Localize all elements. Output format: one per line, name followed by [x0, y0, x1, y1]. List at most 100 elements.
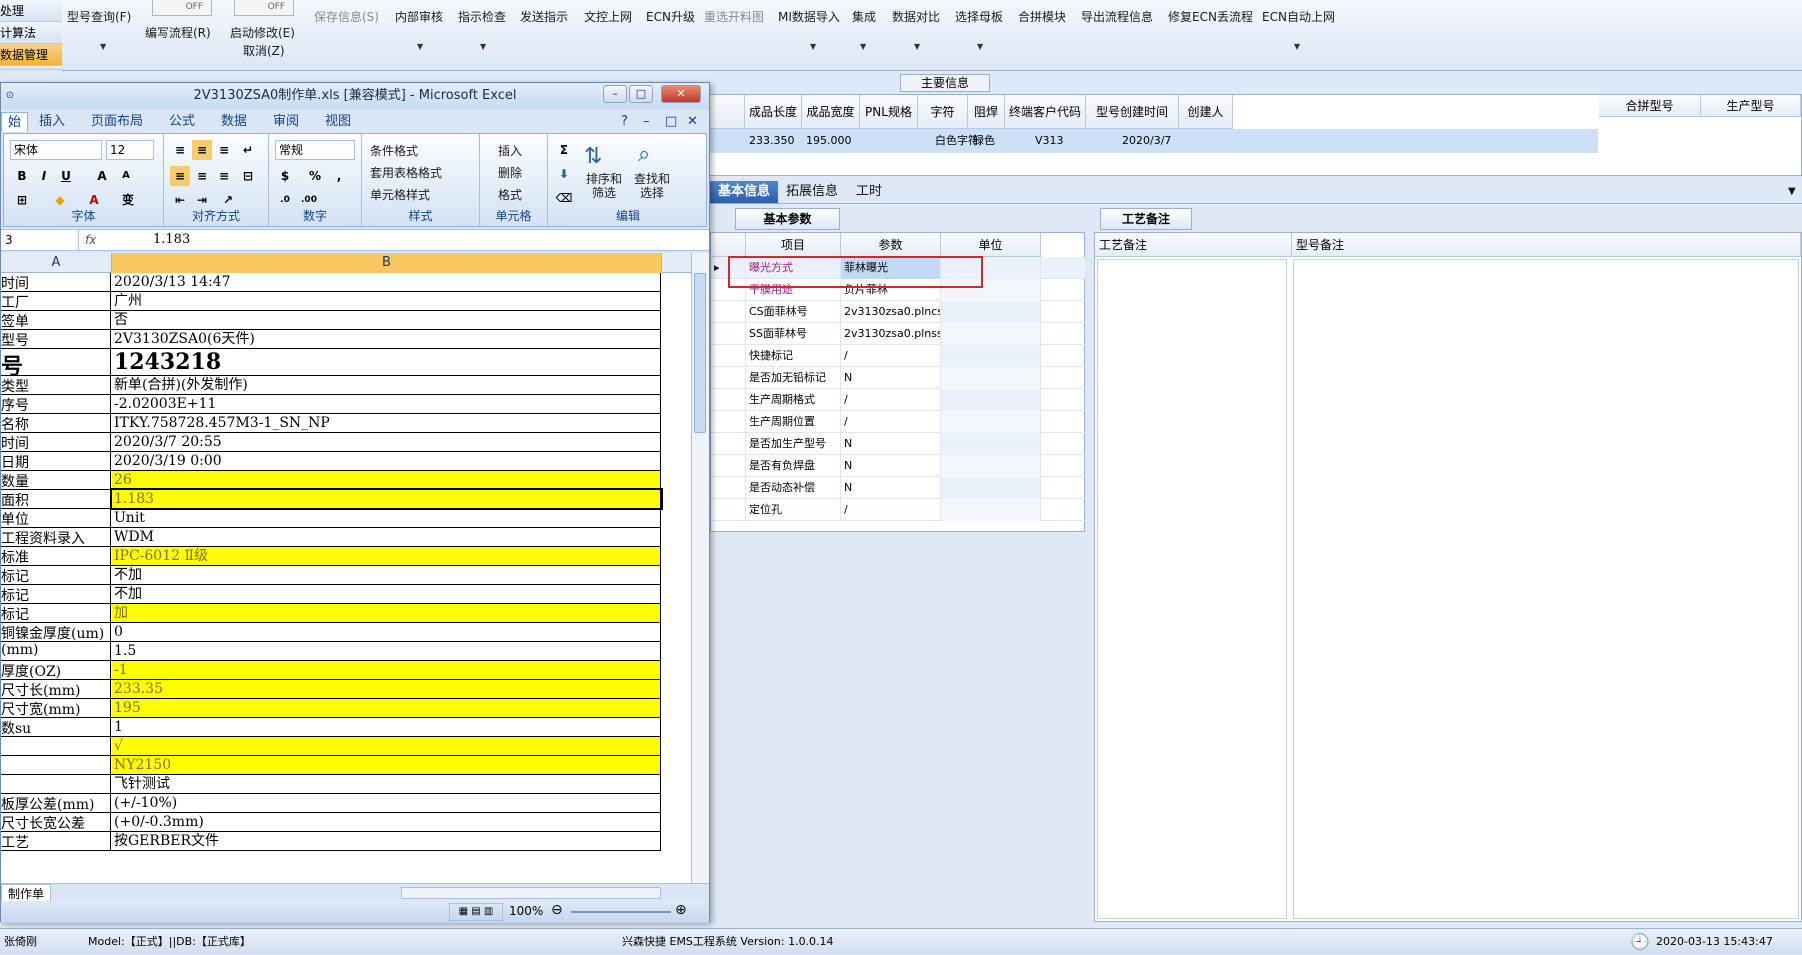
- cell-a[interactable]: 工程资料录入: [1, 528, 111, 546]
- tab-page-layout[interactable]: 页面布局: [85, 112, 149, 132]
- table-row[interactable]: 类型 新单(合拼)(外发制作): [1, 376, 661, 395]
- internal-review-button[interactable]: 内部审核: [395, 8, 443, 25]
- header-mask[interactable]: 阻焊: [968, 95, 1005, 129]
- cell-value[interactable]: /: [841, 499, 941, 521]
- column-header-b[interactable]: B: [112, 253, 662, 273]
- number-format-select[interactable]: 常规: [275, 140, 355, 160]
- percent-icon[interactable]: %: [305, 166, 325, 186]
- cell-a[interactable]: 尺寸宽(mm): [1, 699, 111, 717]
- shrink-font-icon[interactable]: A: [116, 166, 136, 186]
- table-row[interactable]: 名称 ITKY.758728.457M3-1_SN_NP: [1, 414, 661, 433]
- cell-value[interactable]: 2v3130zsa0.plnss: [841, 323, 941, 345]
- header-item[interactable]: 项目: [746, 233, 841, 257]
- tab-basic-info[interactable]: 基本信息: [710, 181, 779, 203]
- ecn-auto-online-button[interactable]: ECN自动上网: [1262, 8, 1335, 25]
- cell-a[interactable]: [1, 756, 111, 774]
- cell-item[interactable]: 曝光方式: [746, 257, 841, 279]
- cell-b[interactable]: 26: [112, 471, 661, 489]
- cell-a[interactable]: 签单: [1, 311, 111, 329]
- table-format-button[interactable]: 套用表格格式: [370, 164, 442, 181]
- table-row[interactable]: 尺寸长(mm) 233.35: [1, 680, 661, 699]
- excel-sheet[interactable]: 时间 2020/3/13 14:47 工厂 广州 签单 否型号 2V3130ZSA0(6天件…: [1, 273, 691, 883]
- table-row[interactable]: 是否有负焊盘 N: [711, 455, 1086, 477]
- cell-a[interactable]: 类型: [1, 376, 111, 394]
- cell-unit[interactable]: [941, 389, 1041, 411]
- sort-filter-button[interactable]: 排序和筛选: [584, 172, 624, 200]
- conditional-format-button[interactable]: 条件格式: [370, 142, 418, 159]
- table-row[interactable]: CS面菲林号 2v3130zsa0.plncs: [711, 301, 1086, 323]
- cell-b[interactable]: 2V3130ZSA0(6天件): [112, 330, 661, 348]
- table-row[interactable]: 序号 -2.02003E+11: [1, 395, 661, 414]
- ecn-upgrade-button[interactable]: ECN升级: [646, 8, 695, 25]
- tab-home[interactable]: 始: [1, 112, 29, 132]
- table-row[interactable]: 铜镍金厚度(um) 0: [1, 623, 661, 642]
- header-creator[interactable]: 创建人: [1179, 95, 1233, 129]
- table-row[interactable]: (mm) 1.5: [1, 642, 661, 661]
- cell-unit[interactable]: [941, 367, 1041, 389]
- cell-value[interactable]: /: [841, 389, 941, 411]
- cell-unit[interactable]: [941, 411, 1041, 433]
- cell-item[interactable]: 是否动态补偿: [746, 477, 841, 499]
- zoom-slider[interactable]: [571, 911, 671, 913]
- font-name-select[interactable]: 宋体: [10, 140, 102, 160]
- nav-item-process[interactable]: 处理: [0, 0, 62, 22]
- insert-function-icon[interactable]: fx: [85, 230, 125, 250]
- currency-icon[interactable]: $: [275, 166, 295, 186]
- header-merge-model[interactable]: 合拼型号: [1599, 95, 1701, 117]
- table-row[interactable]: 是否加生产型号 N: [711, 433, 1086, 455]
- cell-a[interactable]: 尺寸长(mm): [1, 680, 111, 698]
- fill-icon[interactable]: ⬇: [554, 164, 574, 184]
- doc-online-button[interactable]: 文控上网: [584, 8, 632, 25]
- tab-formulas[interactable]: 公式: [163, 112, 201, 132]
- find-select-button[interactable]: 查找和选择: [632, 172, 672, 200]
- cell-a[interactable]: 工厂: [1, 292, 111, 310]
- data-compare-button[interactable]: 数据对比: [892, 8, 940, 25]
- cell-unit[interactable]: [941, 455, 1041, 477]
- cell-styles-button[interactable]: 单元格样式: [370, 186, 430, 203]
- cell-a[interactable]: 时间: [1, 433, 111, 451]
- cell-unit[interactable]: [941, 323, 1041, 345]
- table-row[interactable]: 厚度(OZ) -1: [1, 661, 661, 680]
- cell-a[interactable]: 面积: [1, 490, 111, 508]
- cell-a[interactable]: 铜镍金厚度(um): [1, 623, 111, 641]
- table-row[interactable]: 板厚公差(mm) (+/-10%): [1, 794, 661, 813]
- cell-a[interactable]: 厚度(OZ): [1, 661, 111, 679]
- header-value[interactable]: 参数: [841, 233, 941, 257]
- table-row[interactable]: 型号 2V3130ZSA0(6天件): [1, 330, 661, 349]
- send-instruction-button[interactable]: 发送指示: [520, 8, 568, 25]
- cell-a[interactable]: 时间: [1, 273, 111, 291]
- table-row[interactable]: √: [1, 737, 661, 756]
- cell-b[interactable]: 加: [112, 604, 661, 622]
- excel-window[interactable]: ⊙ 2V3130ZSA0制作单.xls [兼容模式] - Microsoft E…: [0, 82, 710, 923]
- cell-b[interactable]: 2020/3/7 20:55: [112, 433, 661, 451]
- ribbon-restore-icon[interactable]: □: [659, 112, 683, 132]
- table-row[interactable]: 签单 否: [1, 311, 661, 330]
- reselect-cut-button[interactable]: 重选开料图: [704, 8, 764, 25]
- table-row[interactable]: 数su 1: [1, 718, 661, 737]
- table-row[interactable]: 是否动态补偿 N: [711, 477, 1086, 499]
- tab-insert[interactable]: 插入: [33, 112, 71, 132]
- table-row[interactable]: 生产周期格式 /: [711, 389, 1086, 411]
- cell-a[interactable]: 序号: [1, 395, 111, 413]
- table-row[interactable]: 标记 不加: [1, 566, 661, 585]
- model-note-textarea[interactable]: [1293, 259, 1799, 919]
- header-char[interactable]: 字符: [918, 95, 968, 129]
- cell-b[interactable]: (+0/-0.3mm): [112, 813, 661, 831]
- table-row[interactable]: 标记 不加: [1, 585, 661, 604]
- cell-b[interactable]: 233.35: [112, 680, 661, 698]
- table-row[interactable]: 工艺 按GERBER文件: [1, 832, 661, 851]
- cell-item[interactable]: SS面菲林号: [746, 323, 841, 345]
- maximize-icon[interactable]: □: [629, 85, 653, 103]
- cell-a[interactable]: 名称: [1, 414, 111, 432]
- table-row[interactable]: 日期 2020/3/19 0:00: [1, 452, 661, 471]
- chevron-down-icon[interactable]: ▼: [100, 42, 106, 51]
- tab-view[interactable]: 视图: [319, 112, 357, 132]
- header-create-time[interactable]: 型号创建时间: [1086, 95, 1179, 129]
- cell-b[interactable]: 否: [112, 311, 661, 329]
- table-row[interactable]: 时间 2020/3/13 14:47: [1, 273, 661, 292]
- basic-params-tab[interactable]: 基本参数: [735, 208, 840, 230]
- table-row[interactable]: 标记 加: [1, 604, 661, 623]
- cell-b[interactable]: 广州: [112, 292, 661, 310]
- toggle-switch-2[interactable]: OFF: [234, 0, 294, 16]
- chevron-down-icon[interactable]: ▼: [480, 42, 486, 51]
